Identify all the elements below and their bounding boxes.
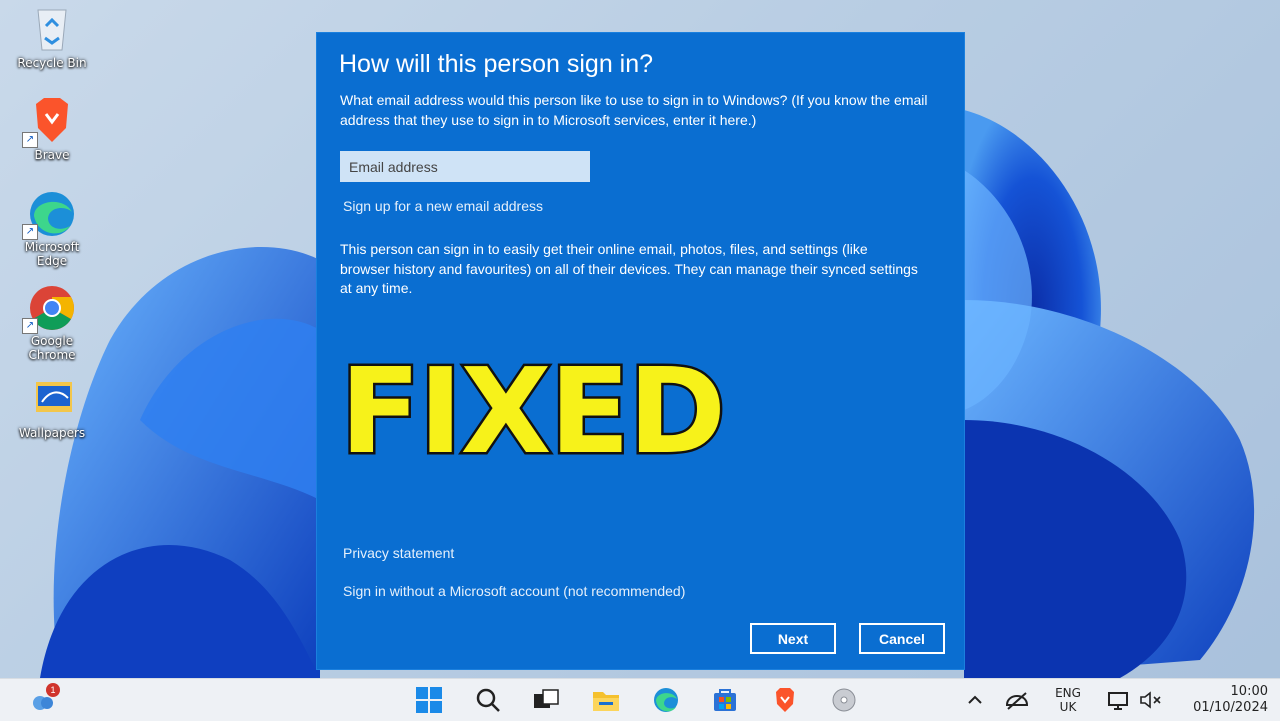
privacy-statement-link[interactable]: Privacy statement	[343, 545, 454, 561]
dialog-description: What email address would this person lik…	[340, 92, 928, 128]
brave-icon[interactable]	[770, 685, 800, 715]
language-code: ENG	[1055, 686, 1081, 700]
desktop-icon-wallpapers[interactable]: Wallpapers	[6, 372, 98, 440]
chevron-up-icon[interactable]	[960, 685, 990, 715]
keyboard-layout: UK	[1059, 700, 1077, 714]
chrome-icon: ↗	[20, 280, 84, 336]
notification-badge: 1	[46, 683, 60, 697]
clock-date: 01/10/2024	[1193, 700, 1268, 715]
edge-icon: ↗	[20, 186, 84, 242]
desktop-icon-recycle-bin[interactable]: Recycle Bin	[6, 2, 98, 70]
desktop-icon-brave[interactable]: ↗ Brave	[6, 94, 98, 162]
volume-muted-icon[interactable]	[1136, 685, 1166, 715]
display-icon[interactable]	[1105, 685, 1135, 715]
network-disconnected-icon[interactable]	[1002, 685, 1032, 715]
task-view-icon[interactable]	[531, 685, 561, 715]
fixed-overlay-text: FIXED	[337, 342, 728, 480]
desktop-icon-label: Microsoft Edge	[24, 240, 80, 268]
next-button[interactable]: Next	[750, 623, 836, 654]
sign-in-info-text: This person can sign in to easily get th…	[340, 241, 918, 296]
desktop-icon-label: Recycle Bin	[17, 56, 87, 70]
sign-up-new-email-link[interactable]: Sign up for a new email address	[343, 198, 543, 214]
edge-icon[interactable]	[651, 685, 681, 715]
clock[interactable]: 10:00 01/10/2024	[1182, 684, 1274, 716]
search-icon[interactable]	[473, 685, 503, 715]
start-icon[interactable]	[414, 685, 444, 715]
disc-icon[interactable]	[829, 685, 859, 715]
desktop-icon-google-chrome[interactable]: ↗ Google Chrome	[6, 280, 98, 362]
desktop-icon-microsoft-edge[interactable]: ↗ Microsoft Edge	[6, 186, 98, 268]
email-field[interactable]	[340, 151, 590, 182]
cancel-button[interactable]: Cancel	[859, 623, 945, 654]
shortcut-arrow-icon: ↗	[22, 224, 38, 240]
weather-widget-icon[interactable]: 1	[28, 683, 60, 715]
folder-icon	[20, 372, 84, 428]
desktop-icon-label: Wallpapers	[18, 426, 86, 440]
store-icon[interactable]	[710, 685, 740, 715]
file-explorer-icon[interactable]	[591, 685, 621, 715]
desktop-icon-label: Brave	[34, 148, 70, 162]
taskbar: 1 ENG UK 10:00 01/10/2024	[0, 678, 1280, 721]
dialog-title: How will this person sign in?	[339, 50, 654, 78]
sign-in-without-microsoft-account-link[interactable]: Sign in without a Microsoft account (not…	[343, 583, 685, 599]
shortcut-arrow-icon: ↗	[22, 132, 38, 148]
brave-icon: ↗	[20, 94, 84, 150]
language-indicator[interactable]: ENG UK	[1048, 686, 1088, 714]
recycle-bin-icon	[20, 2, 84, 58]
clock-time: 10:00	[1230, 684, 1268, 699]
shortcut-arrow-icon: ↗	[22, 318, 38, 334]
desktop-icon-label: Google Chrome	[28, 334, 76, 362]
